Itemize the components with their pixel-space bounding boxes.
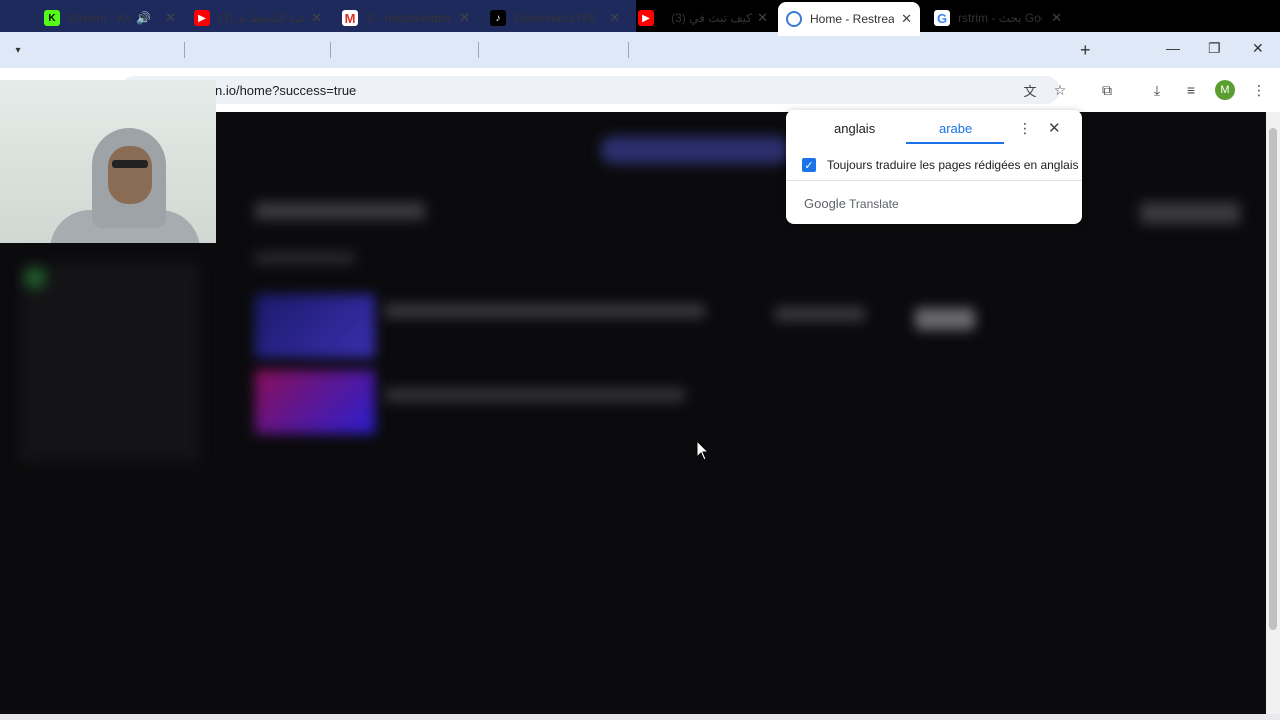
tab-separator bbox=[184, 42, 185, 58]
close-icon[interactable]: ✕ bbox=[901, 11, 912, 27]
blurred-column bbox=[255, 252, 355, 264]
close-icon[interactable]: ✕ bbox=[165, 10, 176, 26]
tab-title: (3) كيف تبث في bbox=[671, 11, 752, 25]
tab-youtube-2[interactable]: ▶ (3) كيف تبث في ✕ bbox=[638, 4, 776, 32]
webcam-overlay bbox=[0, 80, 216, 243]
close-icon[interactable]: ✕ bbox=[459, 10, 470, 26]
close-icon[interactable]: ✕ bbox=[311, 10, 322, 26]
minimize-icon[interactable]: — bbox=[1166, 40, 1180, 56]
active-tab-underline bbox=[906, 142, 1004, 144]
blurred-thumbnail bbox=[255, 294, 375, 358]
close-icon[interactable]: ✕ bbox=[757, 10, 768, 26]
blurred-row-title bbox=[385, 304, 705, 318]
restore-icon[interactable]: ❐ bbox=[1208, 40, 1221, 57]
youtube-icon: ▶ bbox=[194, 10, 210, 26]
restream-icon bbox=[786, 11, 802, 27]
tab-kick[interactable]: K Stream - Kick 🔊 ✕ bbox=[44, 4, 184, 32]
scrollbar-thumb[interactable] bbox=[1269, 128, 1277, 630]
kebab-menu-icon[interactable]: ⋮ bbox=[1249, 80, 1269, 100]
google-icon: G bbox=[934, 10, 950, 26]
blurred-sidebar bbox=[20, 262, 200, 462]
brand-google: Google bbox=[804, 196, 846, 211]
url-text[interactable]: n.io/home?success=true bbox=[215, 83, 356, 98]
tab-separator bbox=[330, 42, 331, 58]
target-language-tab[interactable]: arabe bbox=[939, 121, 972, 136]
bookmark-star-icon[interactable]: ☆ bbox=[1050, 80, 1070, 100]
blurred-heading bbox=[255, 202, 425, 220]
tab-separator bbox=[628, 42, 629, 58]
tab-title: S - mataouiabde bbox=[366, 11, 450, 25]
tab-tiktok[interactable]: ♪ Download LIVE S ✕ bbox=[490, 4, 628, 32]
source-language-tab[interactable]: anglais bbox=[834, 121, 875, 136]
bottom-bar bbox=[0, 714, 1280, 720]
tab-separator bbox=[478, 42, 479, 58]
blurred-banner bbox=[600, 136, 790, 164]
close-icon[interactable]: ✕ bbox=[1048, 119, 1061, 137]
blurred-button bbox=[1140, 202, 1240, 224]
blurred-badge bbox=[915, 308, 975, 330]
close-icon[interactable]: ✕ bbox=[1051, 10, 1062, 26]
tab-title: Download LIVE S bbox=[514, 11, 598, 25]
blurred-thumbnail bbox=[255, 370, 375, 434]
profile-avatar[interactable]: M bbox=[1215, 80, 1235, 100]
divider bbox=[786, 180, 1082, 181]
tab-youtube-1[interactable]: ▶ (3) عبد الباسط حـ ✕ bbox=[194, 4, 330, 32]
kick-icon: K bbox=[44, 10, 60, 26]
translate-icon[interactable]: 文 bbox=[1020, 80, 1040, 100]
webcam-person-face bbox=[108, 146, 152, 204]
mouse-cursor-icon bbox=[696, 440, 710, 461]
scrollbar[interactable] bbox=[1266, 112, 1280, 714]
translate-popup: anglais arabe ⋮ ✕ ✓ Toujours traduire le… bbox=[786, 110, 1082, 224]
gmail-icon: M bbox=[342, 10, 358, 26]
blurred-sidebar-icon bbox=[24, 267, 46, 289]
always-translate-checkbox[interactable]: ✓ bbox=[802, 158, 816, 172]
google-translate-brand: Google Translate bbox=[804, 196, 899, 211]
new-tab-icon[interactable]: + bbox=[1080, 40, 1091, 61]
tab-title: (3) عبد الباسط حـ bbox=[218, 11, 306, 25]
tab-title: rstrim - بحث Goo bbox=[958, 11, 1042, 25]
webcam-person-glasses bbox=[112, 160, 148, 168]
speaker-icon[interactable]: 🔊 bbox=[136, 11, 151, 25]
translate-options-menu-icon[interactable]: ⋮ bbox=[1018, 120, 1032, 137]
tiktok-icon: ♪ bbox=[490, 10, 506, 26]
youtube-icon: ▶ bbox=[638, 10, 654, 26]
tab-title: Stream - Kick bbox=[68, 11, 130, 25]
tab-gmail[interactable]: M S - mataouiabde ✕ bbox=[342, 4, 478, 32]
tab-restream-active[interactable]: Home - Restream ✕ bbox=[778, 2, 920, 36]
blurred-row-cell bbox=[775, 307, 865, 321]
close-icon[interactable]: ✕ bbox=[609, 10, 620, 26]
tab-title: Home - Restream bbox=[810, 12, 894, 26]
download-icon[interactable]: ⤓ bbox=[1147, 80, 1167, 100]
tab-search-chevron-icon[interactable]: ▾ bbox=[8, 40, 28, 60]
blurred-row-title bbox=[385, 388, 685, 402]
always-translate-label: Toujours traduire les pages rédigées en … bbox=[827, 158, 1079, 172]
tab-google-search[interactable]: G rstrim - بحث Goo ✕ bbox=[934, 4, 1070, 32]
media-control-icon[interactable]: ≡ bbox=[1181, 80, 1201, 100]
extensions-icon[interactable]: ⧉ bbox=[1097, 80, 1117, 100]
window-close-icon[interactable]: ✕ bbox=[1252, 40, 1264, 57]
brand-translate: Translate bbox=[849, 197, 899, 211]
